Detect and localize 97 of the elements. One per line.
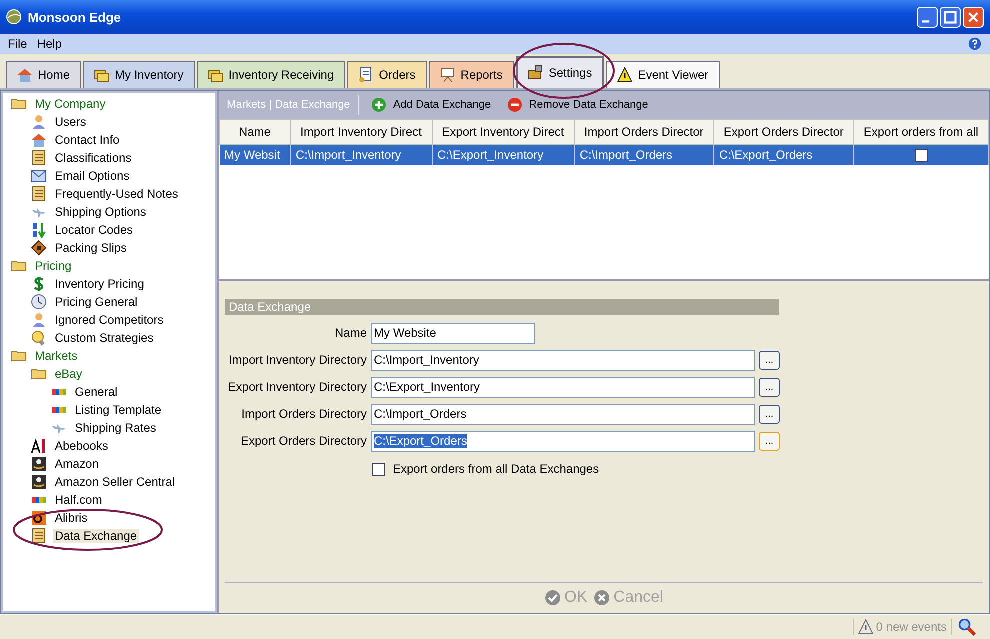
minus-icon: [507, 97, 524, 113]
notepad-icon: [31, 150, 47, 166]
tree-item[interactable]: Pricing General: [53, 295, 140, 309]
tree-item[interactable]: Custom Strategies: [53, 331, 156, 345]
table-cell: C:\Export_Inventory: [432, 144, 574, 165]
breadcrumb: Markets | Data Exchange: [227, 99, 350, 111]
tree-item[interactable]: Packing Slips: [53, 241, 130, 255]
table-cell: My Websit: [220, 144, 290, 165]
tree-item[interactable]: Ignored Competitors: [53, 313, 166, 327]
checkbox[interactable]: [914, 149, 928, 162]
browse-button[interactable]: ...: [759, 404, 780, 424]
checkbox-label: Export orders from all Data Exchanges: [393, 462, 600, 476]
browse-button[interactable]: ...: [759, 378, 780, 396]
plus-icon: [371, 97, 388, 113]
search-icon[interactable]: [958, 618, 976, 636]
tab[interactable]: Orders: [347, 61, 427, 88]
tree-item[interactable]: Frequently-Used Notes: [53, 187, 180, 201]
person-icon: [31, 114, 47, 130]
column-header[interactable]: Export Inventory Direct: [432, 120, 574, 144]
tree-item[interactable]: Data Exchange: [53, 529, 140, 543]
tree-item[interactable]: Half.com: [53, 493, 104, 507]
browse-button[interactable]: ...: [759, 350, 780, 370]
minimize-button[interactable]: [917, 6, 938, 28]
tree-item[interactable]: Locator Codes: [53, 223, 136, 237]
clock-icon: [31, 294, 47, 310]
column-header[interactable]: Export Orders Director: [714, 120, 854, 144]
column-header[interactable]: Name: [220, 120, 290, 144]
tree-item[interactable]: Shipping Options: [53, 205, 148, 219]
tree-item[interactable]: Abebooks: [53, 439, 110, 453]
tree-item[interactable]: Amazon Seller Central: [53, 475, 178, 489]
briefcase-icon: [528, 65, 544, 81]
tab[interactable]: Event Viewer: [606, 61, 720, 88]
field-label: Export Orders Directory: [240, 434, 367, 448]
remove-button[interactable]: Remove Data Exchange: [503, 97, 652, 113]
person-icon: [31, 312, 47, 328]
tab[interactable]: Inventory Receiving: [196, 61, 346, 88]
tab[interactable]: Reports: [428, 61, 514, 88]
easel-icon: [440, 67, 456, 83]
house-icon: [31, 132, 47, 148]
tree-item[interactable]: Listing Template: [73, 403, 164, 417]
globe-icon: [6, 9, 22, 25]
logo-icon: [31, 456, 47, 472]
menu-item[interactable]: File: [8, 37, 28, 51]
letter-icon: [31, 438, 47, 454]
help-icon[interactable]: [968, 37, 982, 51]
column-header[interactable]: Import Orders Director: [574, 120, 714, 144]
house-icon: [17, 67, 33, 83]
tree-item[interactable]: Markets: [33, 349, 80, 363]
book-icon: [31, 240, 47, 256]
table-cell: C:\Import_Orders: [574, 144, 714, 165]
tab[interactable]: Home: [6, 61, 82, 88]
notepad-icon: [31, 528, 47, 544]
maximize-button[interactable]: [940, 6, 961, 28]
close-button[interactable]: [963, 6, 984, 28]
tab[interactable]: My Inventory: [83, 61, 195, 88]
warning-icon: [617, 67, 634, 83]
menu-item[interactable]: Help: [37, 37, 62, 51]
field-label: Export Inventory Directory: [227, 380, 367, 394]
tree-item[interactable]: My Company: [33, 97, 108, 111]
tree-item[interactable]: Amazon: [53, 457, 102, 471]
text-field[interactable]: C:\Export_Inventory: [371, 376, 755, 398]
tree-item[interactable]: Email Options: [53, 169, 132, 183]
envelope-icon: [31, 168, 47, 184]
field-label: Import Inventory Directory: [228, 353, 367, 367]
section-header: Data Exchange: [225, 299, 779, 315]
tree-item[interactable]: Contact Info: [53, 133, 122, 147]
tree-item[interactable]: Classifications: [53, 151, 134, 165]
check-icon: [544, 590, 561, 606]
tab[interactable]: Settings: [516, 56, 604, 88]
field-label: Name: [334, 326, 367, 340]
column-header[interactable]: Import Inventory Direct: [290, 120, 432, 144]
logo-icon: [31, 474, 47, 490]
field-label: Import Orders Directory: [240, 407, 367, 421]
document-icon: [358, 67, 374, 83]
text-field[interactable]: My Website: [371, 322, 535, 344]
checkbox[interactable]: [372, 462, 385, 476]
tree-item[interactable]: Inventory Pricing: [53, 277, 146, 291]
notepad-icon: [31, 186, 47, 202]
table-cell: C:\Export_Orders: [714, 144, 854, 165]
tree-item[interactable]: General: [73, 385, 120, 399]
tree-item[interactable]: Shipping Rates: [73, 421, 158, 435]
tree-item[interactable]: Users: [53, 115, 88, 129]
window-title: Monsoon Edge: [28, 10, 122, 24]
table-row[interactable]: My Websit C:\Import_Inventory C:\Export_Inventory C:\Import_Orders C:\Export_Orders: [220, 144, 988, 165]
sort-icon: [31, 222, 47, 238]
tree-item[interactable]: Pricing: [33, 259, 74, 273]
text-field[interactable]: C:\Import_Orders: [371, 404, 755, 424]
table-cell: C:\Import_Inventory: [290, 144, 432, 165]
text-field[interactable]: C:\Import_Inventory: [371, 350, 755, 370]
text-field[interactable]: C:\Export_Orders: [371, 430, 755, 452]
add-button[interactable]: Add Data Exchange: [367, 97, 496, 113]
tree-item[interactable]: eBay: [53, 367, 84, 381]
browse-button[interactable]: ...: [759, 432, 780, 450]
column-header[interactable]: Export orders from all: [854, 120, 988, 144]
tree-item[interactable]: Alibris: [53, 511, 90, 525]
warning-icon: [858, 619, 874, 635]
close-icon: [594, 590, 610, 606]
